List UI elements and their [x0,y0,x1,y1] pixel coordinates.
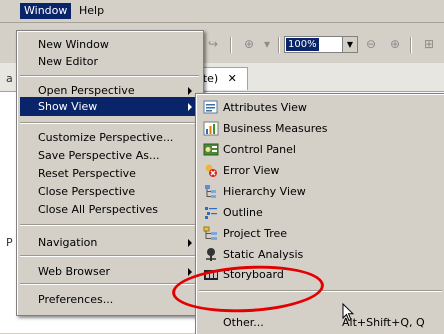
menu-item-attributes-view[interactable]: Attributes View [199,98,442,117]
zoom-combo[interactable]: 100% ▼ [284,36,358,53]
menu-item-save-perspective-as[interactable]: Save Perspective As... [20,146,199,165]
submenu-arrow-icon [188,87,192,95]
menu-item-hierarchy-view[interactable]: Hierarchy View [199,182,442,201]
toolbar-separator [410,37,412,53]
menu-item-label: Reset Perspective [38,167,136,180]
menu-item-label: Attributes View [223,101,307,114]
menu-item-control-panel[interactable]: Control Panel [199,140,442,159]
menu-separator [20,255,199,257]
menu-item-static-analysis[interactable]: Static Analysis [199,245,442,264]
menu-item-label: Hierarchy View [223,185,306,198]
attributes-view-icon [203,100,218,114]
background-text: a [6,72,13,85]
menu-item-other[interactable]: Other... Alt+Shift+Q, Q [199,313,442,332]
menu-item-business-measures[interactable]: Business Measures [199,119,442,138]
background-text: P [6,236,13,249]
menu-bar: Window Help [0,0,444,23]
menu-item-label: Close All Perspectives [38,203,159,216]
chevron-down-icon[interactable]: ▾ [258,35,276,53]
menu-item-label: Close Perspective [38,185,136,198]
menu-item-label: Business Measures [223,122,328,135]
menu-item-outline[interactable]: Outline [199,203,442,222]
menu-item-reset-perspective[interactable]: Reset Perspective [20,164,199,183]
menu-window[interactable]: Window [20,3,72,19]
business-measures-icon [203,121,219,136]
submenu-arrow-icon [188,103,192,111]
window-menu: New Window New Editor Open Perspective S… [16,30,204,316]
menu-item-navigation[interactable]: Navigation [20,233,199,252]
menu-item-web-browser[interactable]: Web Browser [20,262,199,281]
menu-item-label: Project Tree [223,227,288,240]
hierarchy-view-icon [205,185,216,198]
menu-help[interactable]: Help [75,3,108,19]
zoom-in-icon[interactable]: ⊕ [240,35,258,53]
submenu-arrow-icon [188,268,192,276]
menu-item-label: Customize Perspective... [38,131,174,144]
menu-item-label: Navigation [38,236,98,249]
project-tree-icon [203,226,217,240]
zoom-value: 100% [286,38,319,51]
menu-item-new-editor[interactable]: New Editor [20,52,199,71]
toolbar-separator [278,37,280,53]
menu-separator [20,224,199,226]
control-panel-icon [203,143,219,156]
redo-icon[interactable]: ↪ [204,35,222,53]
submenu-arrow-icon [188,239,192,247]
shortcut-label: Alt+Shift+Q, Q [342,316,425,329]
menu-separator [20,283,199,285]
menu-window-label: Window [24,4,68,17]
menu-help-label: Help [79,4,105,17]
menu-item-label: New Editor [38,55,99,68]
menu-item-label: Static Analysis [223,248,304,261]
mouse-cursor-icon [342,303,354,322]
menu-item-customize-perspective[interactable]: Customize Perspective... [20,128,199,147]
layout-icon[interactable]: ⊞ [420,35,438,53]
menu-item-error-view[interactable]: Error View [199,161,442,180]
menu-item-show-view[interactable]: Show View [20,97,199,116]
zoom-in-icon[interactable]: ⊕ [386,35,404,53]
menu-separator [20,75,199,77]
menu-item-label: Web Browser [38,265,111,278]
menu-separator [20,122,199,124]
toolbar-separator [230,37,232,53]
error-view-icon [205,164,217,177]
menu-item-close-perspective[interactable]: Close Perspective [20,182,199,201]
menu-item-label: Show View [38,100,98,113]
menu-item-label: Control Panel [223,143,296,156]
chevron-down-icon[interactable]: ▼ [342,37,357,52]
static-analysis-icon [206,248,216,261]
menu-item-label: Outline [223,206,263,219]
menu-item-label: Error View [223,164,280,177]
zoom-out-icon[interactable]: ⊖ [362,35,380,53]
menu-item-label: Other... [223,316,264,329]
close-icon[interactable]: ✕ [228,72,237,85]
menu-item-project-tree[interactable]: Project Tree [199,224,442,243]
menu-item-close-all-perspectives[interactable]: Close All Perspectives [20,200,199,219]
menu-item-label: Save Perspective As... [38,149,160,162]
menu-item-label: Preferences... [38,293,114,306]
outline-icon [205,207,217,219]
